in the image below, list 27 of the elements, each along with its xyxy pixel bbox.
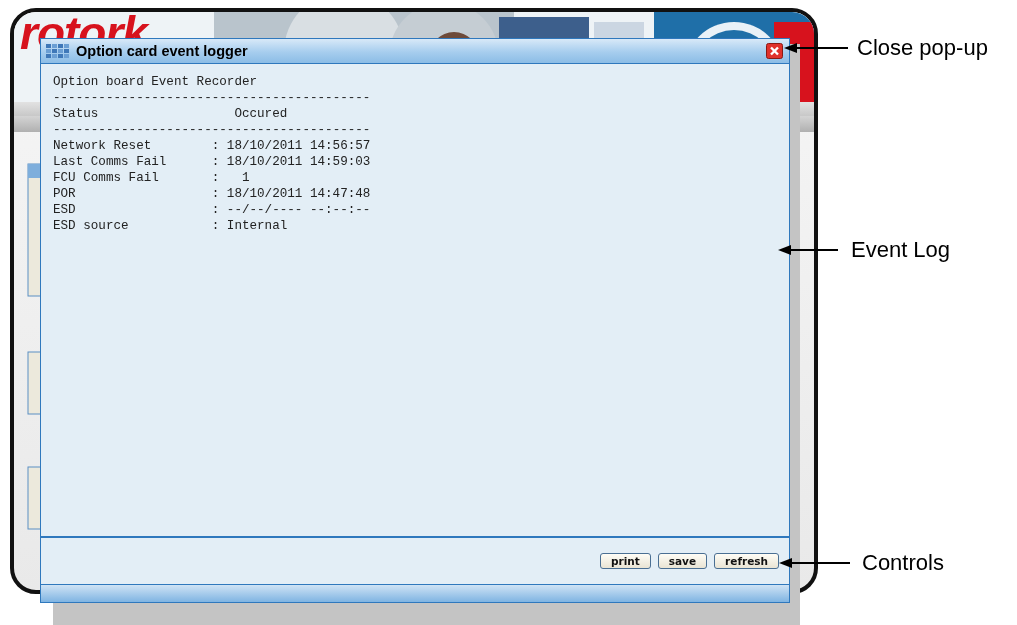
callout-label: Close pop-up: [857, 35, 988, 61]
close-icon[interactable]: [766, 43, 783, 59]
event-status: Last Comms Fail: [53, 154, 167, 170]
event-time: : 18/10/2011 14:59:03: [211, 154, 371, 170]
event-time: : 18/10/2011 14:56:57: [211, 138, 371, 154]
log-rule: ------------------------------------------: [53, 122, 371, 138]
callout-arrow: [778, 245, 839, 255]
event-status: ESD source: [53, 218, 129, 234]
print-button[interactable]: print: [600, 553, 651, 569]
refresh-button[interactable]: refresh: [714, 553, 779, 569]
log-title: Option board Event Recorder: [53, 74, 258, 90]
log-rule: ------------------------------------------: [53, 90, 371, 106]
column-header: Occured: [234, 106, 288, 122]
event-time: : 1: [211, 170, 250, 186]
callout-label: Event Log: [851, 237, 951, 263]
column-header: Status: [53, 106, 99, 122]
event-status: Network Reset: [53, 138, 152, 154]
callout-arrow: [779, 558, 851, 568]
callout-label: Controls: [862, 550, 944, 576]
event-status: FCU Comms Fail: [53, 170, 159, 186]
event-time: : Internal: [211, 218, 288, 234]
event-status: ESD: [53, 202, 76, 218]
event-time: : --/--/---- --:--:--: [211, 202, 371, 218]
callout-arrow: [784, 43, 849, 53]
event-time: : 18/10/2011 14:47:48: [211, 186, 371, 202]
event-status: POR: [53, 186, 76, 202]
save-button[interactable]: save: [657, 553, 708, 569]
